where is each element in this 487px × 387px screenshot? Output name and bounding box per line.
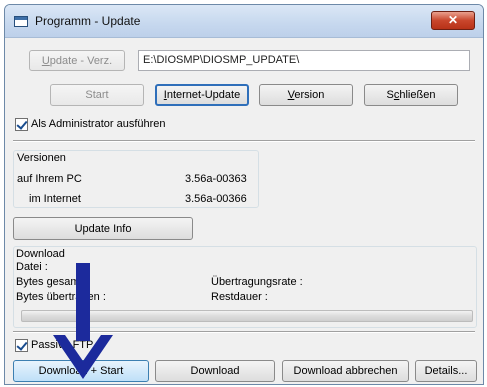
download-cancel-button-label: Download abbrechen — [293, 365, 398, 377]
arrow-shaft — [76, 263, 90, 341]
transfer-rate-label: Übertragungsrate : — [211, 276, 303, 288]
versions-title: Versionen — [17, 152, 66, 164]
internet-version-value: 3.56a-00366 — [185, 193, 247, 205]
remaining-time-label: Restdauer : — [211, 291, 268, 303]
update-path-field[interactable]: E:\DIOSMP\DIOSMP_UPDATE\ — [138, 50, 470, 71]
details-button[interactable]: Details... — [415, 360, 477, 382]
local-version-value: 3.56a-00363 — [185, 173, 247, 185]
window-title: Programm - Update — [35, 14, 141, 28]
title-bar[interactable]: Programm - Update ✕ — [5, 5, 483, 38]
close-button-label: Schließen — [386, 89, 436, 101]
download-button-label: Download — [190, 365, 240, 377]
local-version-label: auf Ihrem PC — [17, 173, 82, 185]
version-button-label: Version — [287, 89, 325, 101]
internet-update-button[interactable]: Internet-Update — [155, 84, 249, 106]
internet-version-label: im Internet — [29, 193, 81, 205]
file-label: Datei : — [16, 261, 48, 273]
download-cancel-button[interactable]: Download abbrechen — [282, 360, 409, 382]
version-button[interactable]: Version — [259, 84, 353, 106]
start-button[interactable]: Start — [50, 84, 144, 106]
passive-ftp-checkbox[interactable] — [15, 339, 28, 352]
download-button[interactable]: Download — [155, 360, 275, 382]
update-window: Programm - Update ✕ Update - Verz. E:\DI… — [4, 4, 484, 385]
run-as-admin-label: Als Administrator ausführen — [31, 118, 166, 130]
start-button-label: Start — [85, 89, 109, 101]
arrow-head — [53, 335, 113, 379]
update-directory-button-label: Update - Verz. — [41, 54, 113, 67]
separator — [13, 140, 475, 142]
internet-update-button-label: Internet-Update — [163, 89, 241, 101]
update-info-button[interactable]: Update Info — [13, 217, 193, 240]
close-window-button[interactable]: ✕ — [431, 11, 475, 30]
details-button-label: Details... — [424, 365, 468, 377]
update-info-button-label: Update Info — [74, 222, 132, 235]
update-directory-button[interactable]: Update - Verz. — [29, 50, 125, 71]
app-window-icon — [14, 16, 28, 27]
annotation-arrow-down-icon — [53, 263, 113, 379]
close-button[interactable]: Schließen — [364, 84, 458, 106]
run-as-admin-checkbox[interactable] — [15, 118, 28, 131]
